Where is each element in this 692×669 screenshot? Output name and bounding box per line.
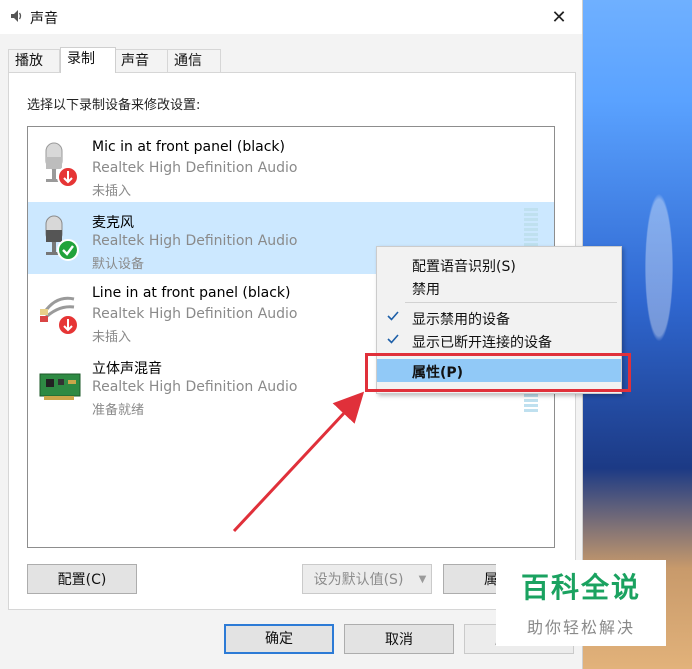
microphone-icon bbox=[45, 215, 79, 261]
device-status: 未插入 bbox=[92, 330, 132, 345]
tab-communications[interactable]: 通信 bbox=[167, 49, 221, 72]
audio-cable-icon bbox=[40, 296, 79, 336]
menu-item-show-disconnected[interactable]: 显示已断开连接的设备 bbox=[377, 329, 621, 352]
set-default-button[interactable]: 设为默认值(S) bbox=[302, 564, 415, 594]
ok-button[interactable]: 确定 bbox=[224, 624, 334, 654]
title-bar: 声音 ✕ bbox=[0, 0, 582, 34]
annotation-highlight-box bbox=[365, 353, 631, 392]
instruction-text: 选择以下录制设备来修改设置: bbox=[27, 98, 201, 113]
watermark-subtitle: 助你轻松解决 bbox=[526, 618, 635, 637]
device-name: 立体声混音 bbox=[92, 361, 162, 377]
device-status: 默认设备 bbox=[92, 257, 145, 272]
menu-item-label: 显示已断开连接的设备 bbox=[412, 335, 552, 351]
checkmark-icon bbox=[387, 311, 399, 321]
device-status: 未插入 bbox=[92, 184, 132, 199]
menu-item-label: 配置语音识别(S) bbox=[412, 259, 516, 275]
unplugged-badge-icon bbox=[57, 314, 79, 336]
menu-item-disable[interactable]: 禁用 bbox=[377, 276, 621, 299]
configure-button[interactable]: 配置(C) bbox=[27, 564, 137, 594]
device-name: Line in at front panel (black) bbox=[92, 285, 291, 301]
menu-separator bbox=[405, 302, 617, 303]
list-item[interactable]: Mic in at front panel (black) Realtek Hi… bbox=[28, 129, 554, 201]
unplugged-badge-icon bbox=[57, 166, 79, 188]
window-title: 声音 bbox=[30, 11, 58, 27]
default-check-badge-icon bbox=[57, 239, 79, 261]
close-button[interactable]: ✕ bbox=[536, 0, 582, 34]
sound-card-icon bbox=[39, 373, 81, 400]
watermark: 百科全说 助你轻松解决 bbox=[496, 560, 666, 646]
device-driver: Realtek High Definition Audio bbox=[92, 160, 298, 176]
set-default-dropdown[interactable]: ▼ bbox=[414, 564, 432, 594]
tab-sounds[interactable]: 声音 bbox=[114, 49, 168, 72]
device-name: 麦克风 bbox=[92, 215, 134, 231]
tab-playback[interactable]: 播放 bbox=[8, 49, 60, 72]
menu-item-label: 禁用 bbox=[412, 282, 440, 298]
menu-item-configure-speech[interactable]: 配置语音识别(S) bbox=[377, 253, 621, 276]
menu-item-show-disabled[interactable]: 显示禁用的设备 bbox=[377, 306, 621, 329]
watermark-title: 百科全说 bbox=[520, 571, 641, 604]
chevron-down-icon: ▼ bbox=[418, 573, 427, 585]
tab-recording[interactable]: 录制 bbox=[60, 47, 116, 73]
speaker-icon bbox=[11, 10, 22, 22]
device-name: Mic in at front panel (black) bbox=[92, 139, 285, 155]
device-status: 准备就绪 bbox=[92, 403, 145, 418]
device-driver: Realtek High Definition Audio bbox=[92, 379, 298, 395]
checkmark-icon bbox=[387, 334, 399, 344]
cancel-button[interactable]: 取消 bbox=[344, 624, 454, 654]
menu-item-label: 显示禁用的设备 bbox=[412, 312, 510, 328]
close-icon: ✕ bbox=[551, 6, 567, 28]
microphone-icon bbox=[45, 142, 79, 188]
device-driver: Realtek High Definition Audio bbox=[92, 233, 298, 249]
device-driver: Realtek High Definition Audio bbox=[92, 306, 298, 322]
